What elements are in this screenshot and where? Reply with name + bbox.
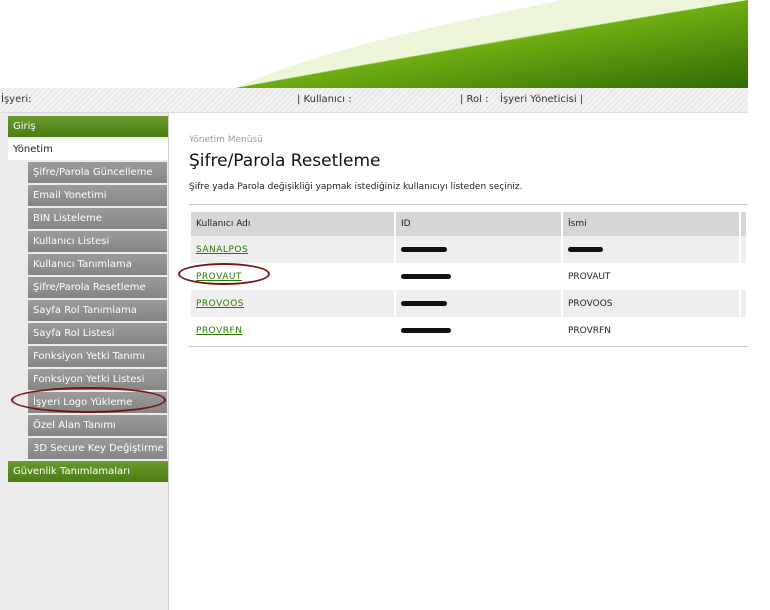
menu-item-kullanici-listesi[interactable]: Kullanıcı Listesi [28,231,167,252]
id-cell [396,290,563,317]
id-cell [396,236,563,263]
redacted-mark [401,327,451,333]
annotation-circle-user [178,263,270,285]
divider [189,346,748,347]
username-link[interactable]: SANALPOS [196,245,248,255]
isim-cell [563,236,741,263]
user-table: Kullanıcı Adı ID İsmi SANALPOS PROVAUT P… [191,212,748,344]
menu-item-fonksiyon-yetki-tanimi[interactable]: Fonksiyon Yetki Tanımı [28,346,167,367]
merchant-info-bar: İşyeri: | Kullanıcı : | Rol : İşyeri Yön… [0,88,748,113]
menu-yonetim[interactable]: Yönetim [8,139,168,160]
divider [189,204,748,205]
username-cell: PROVOOS [191,290,396,317]
breadcrumb: Yönetim Menüsü [189,135,263,145]
menu-item-3d-secure-key[interactable]: 3D Secure Key Değiştirme [28,438,167,459]
isim-cell: PROVAUT [563,263,741,290]
redacted-mark [401,273,451,279]
isim-cell: PROVOOS [563,290,741,317]
redacted-mark [568,246,603,252]
menu-item-sayfa-rol-listesi[interactable]: Sayfa Rol Listesi [28,323,167,344]
redacted-mark [401,246,447,252]
sidebar: Giriş Yönetim Şifre/Parola Güncelleme Em… [0,113,169,610]
page-title: Şifre/Parola Resetleme [189,151,381,171]
page-description: Şifre yada Parola değişikliği yapmak ist… [189,182,523,192]
username-cell: SANALPOS [191,236,396,263]
column-header-username: Kullanıcı Adı [191,212,396,236]
menu-item-sifre-guncelleme[interactable]: Şifre/Parola Güncelleme [28,162,167,183]
table-row: PROVRFN PROVRFN [191,317,748,344]
username-link[interactable]: PROVRFN [196,326,242,336]
column-header-id: ID [396,212,563,236]
table-header-row: Kullanıcı Adı ID İsmi [191,212,748,236]
menu-item-sifre-resetleme[interactable]: Şifre/Parola Resetleme [28,277,167,298]
user-label: | Kullanıcı : [297,94,352,105]
menu-item-kullanici-tanimlama[interactable]: Kullanıcı Tanımlama [28,254,167,275]
username-cell: PROVRFN [191,317,396,344]
menu-item-bin-listeleme[interactable]: BIN Listeleme [28,208,167,229]
header-banner [0,0,770,88]
table-row: PROVOOS PROVOOS [191,290,748,317]
id-cell [396,317,563,344]
role-label: | Rol : [460,94,489,105]
table-row: PROVAUT PROVAUT [191,263,748,290]
redacted-mark [401,300,447,306]
role-value: İşyeri Yöneticisi | [500,94,584,105]
annotation-circle-menu [11,387,166,413]
menu-item-email-yonetimi[interactable]: Email Yonetimi [28,185,167,206]
username-link[interactable]: PROVOOS [196,299,244,309]
menu-giris[interactable]: Giriş [8,116,168,137]
table-row: SANALPOS [191,236,748,263]
menu-item-ozel-alan-tanimi[interactable]: Özel Alan Tanımı [28,415,167,436]
column-header-isim: İsmi [563,212,741,236]
menu-item-sayfa-rol-tanimlama[interactable]: Sayfa Rol Tanımlama [28,300,167,321]
menu-guvenlik-tanimlamalari[interactable]: Güvenlik Tanımlamaları [8,461,168,482]
sidebar-menu: Giriş Yönetim Şifre/Parola Güncelleme Em… [8,116,168,484]
merchant-label: İşyeri: [1,94,32,105]
isim-cell: PROVRFN [563,317,741,344]
column-header-extra [741,212,748,236]
id-cell [396,263,563,290]
banner-swoosh [235,0,748,88]
